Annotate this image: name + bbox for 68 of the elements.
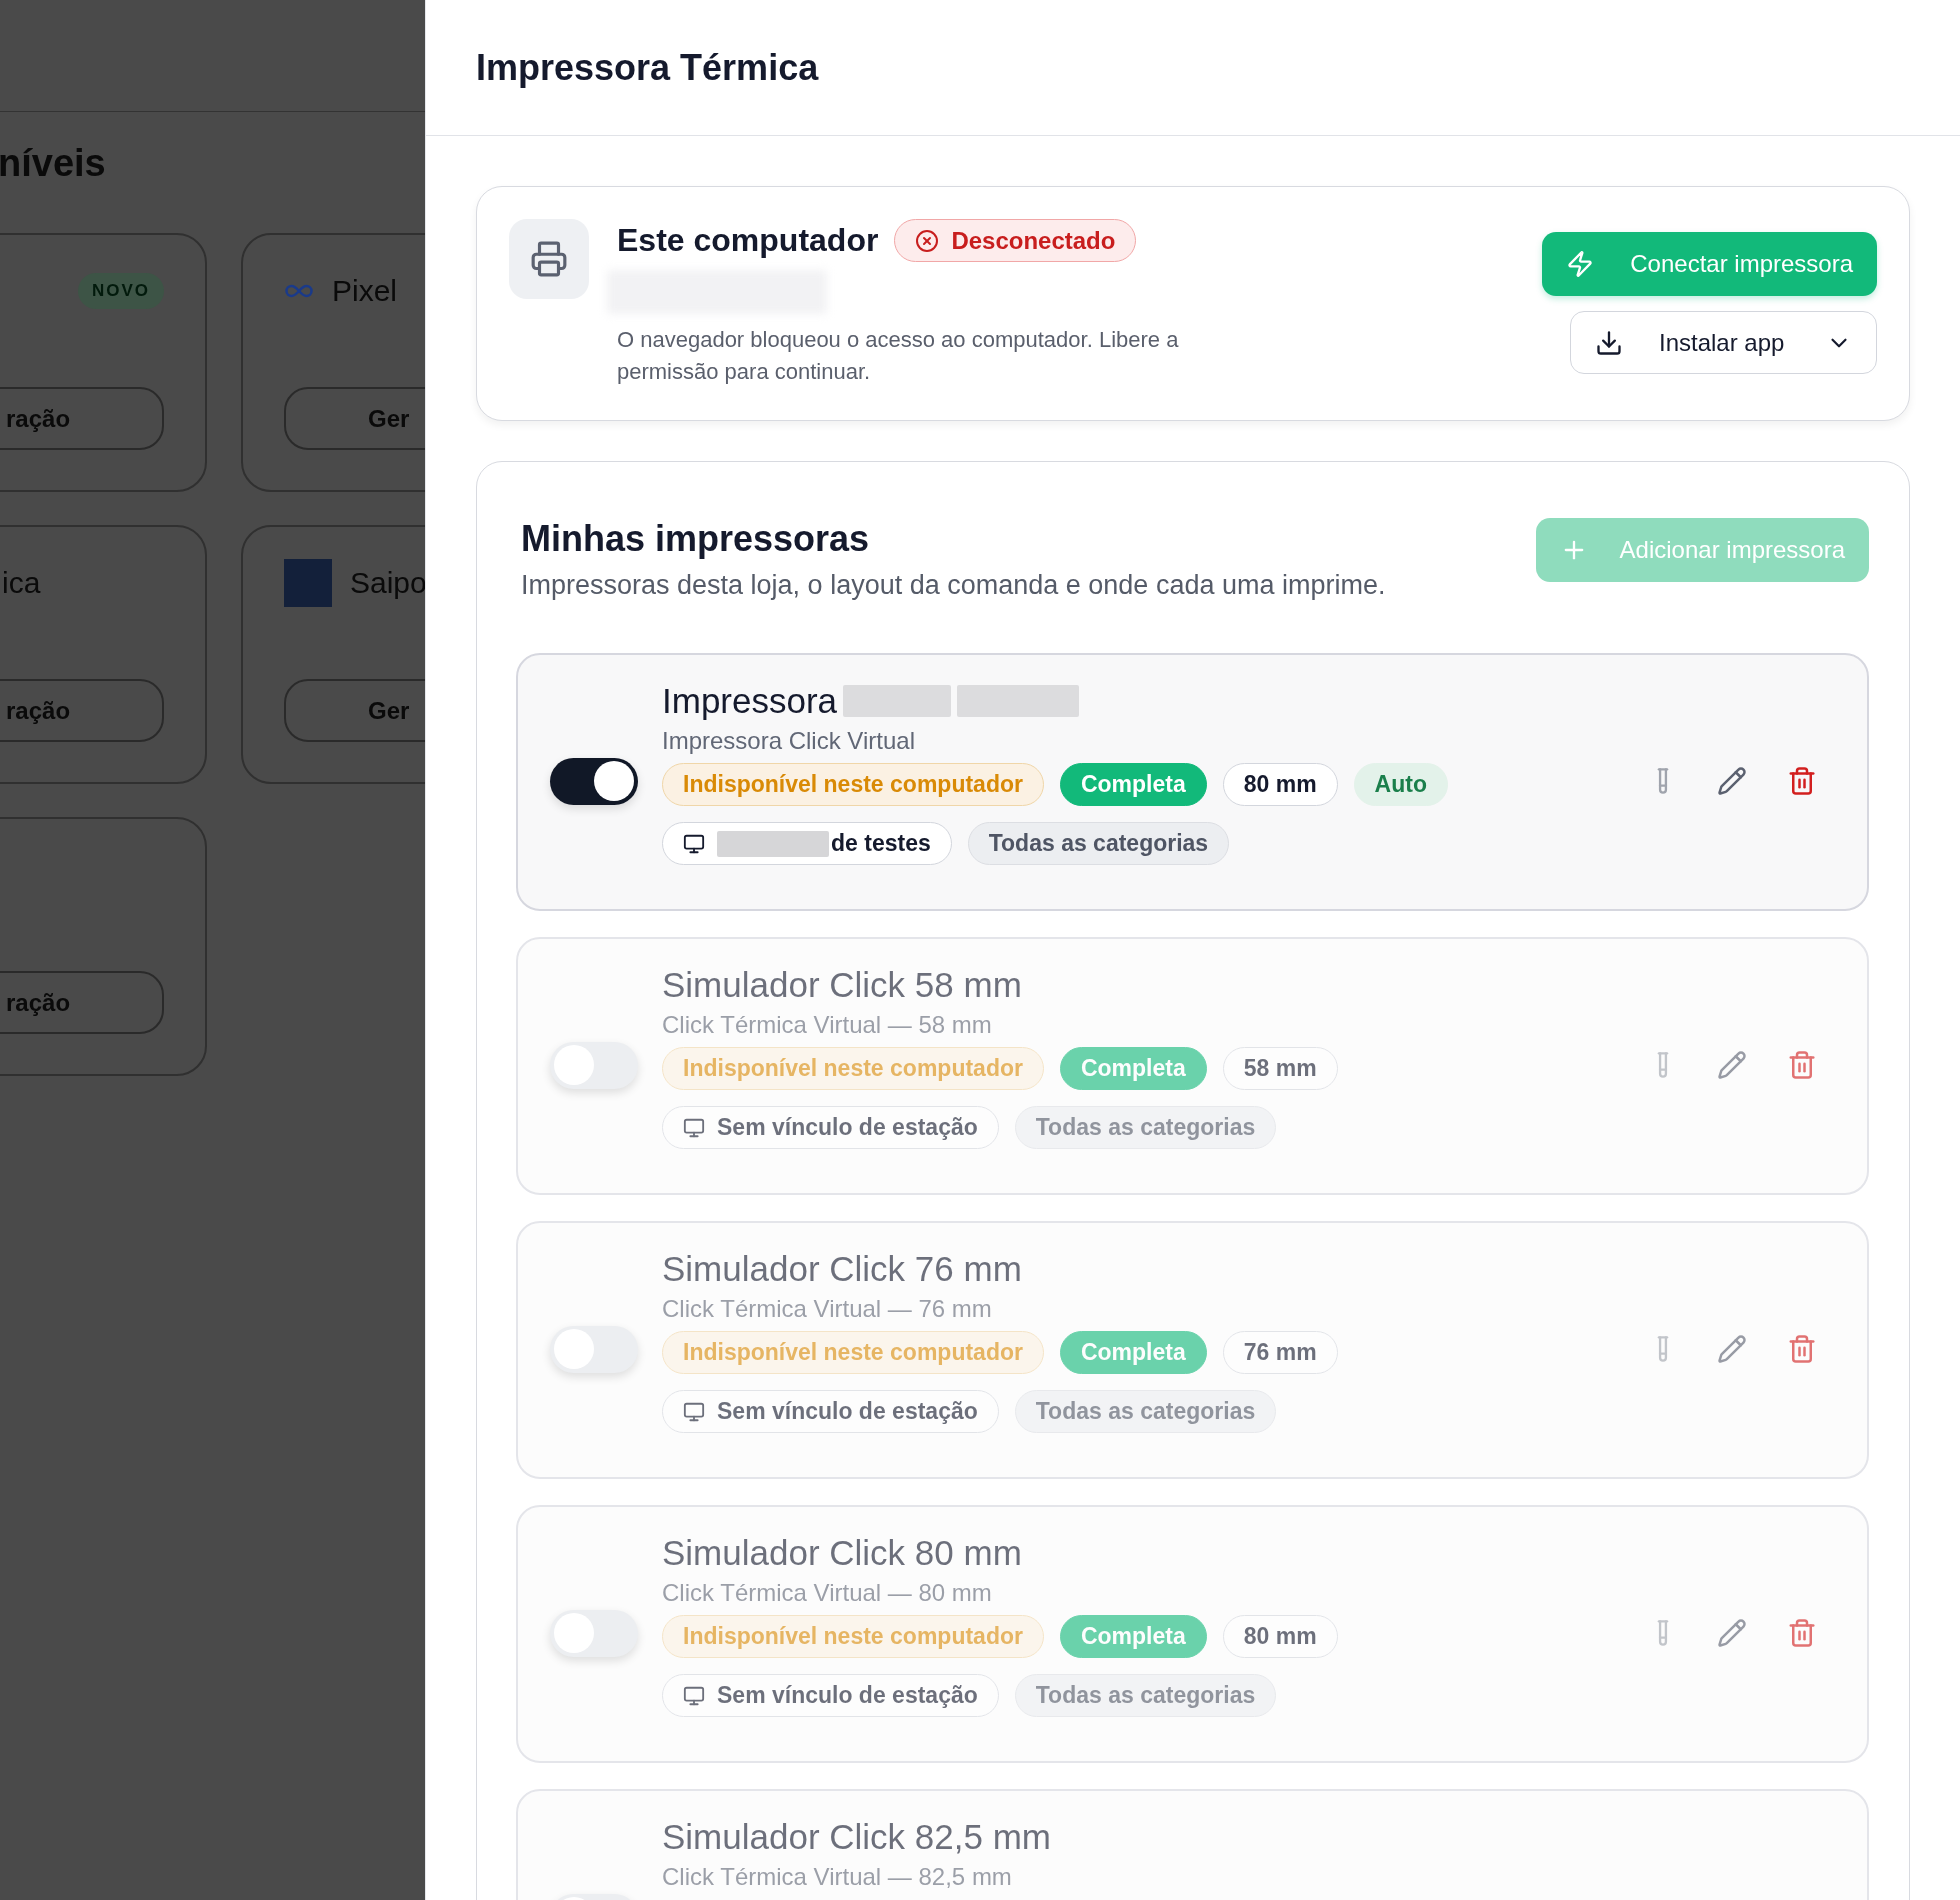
edit-icon[interactable] bbox=[1717, 766, 1747, 796]
printer-model: Click Térmica Virtual — 80 mm bbox=[662, 1579, 993, 1607]
size-chip: 80 mm bbox=[1222, 1615, 1338, 1658]
category-chip: Todas as categorias bbox=[1014, 1674, 1277, 1717]
status-badge: Desconectado bbox=[894, 219, 1137, 262]
toggle-switch[interactable] bbox=[550, 757, 638, 805]
download-icon bbox=[1595, 328, 1623, 357]
size-chip: 58 mm bbox=[1222, 1047, 1338, 1090]
monitor-icon bbox=[683, 1116, 705, 1139]
mode-chip: Completa bbox=[1059, 1331, 1207, 1374]
printer-model: Click Térmica Virtual — 76 mm bbox=[662, 1295, 993, 1323]
card-title: Pixel bbox=[332, 274, 398, 308]
connect-printer-button[interactable]: Conectar impressora bbox=[1542, 232, 1877, 296]
printer-model: Impressora Click Virtual bbox=[662, 727, 916, 755]
trash-icon[interactable] bbox=[1787, 766, 1817, 796]
category-chip: Todas as categorias bbox=[1014, 1390, 1277, 1433]
card-title: Saipo bbox=[350, 566, 425, 600]
edit-icon[interactable] bbox=[1717, 1050, 1747, 1080]
monitor-icon bbox=[683, 832, 705, 855]
lightning-icon bbox=[1566, 250, 1595, 278]
status-chip: Indisponível neste computador bbox=[662, 1615, 1044, 1658]
new-badge: NOVO bbox=[77, 273, 164, 309]
card-title: ica bbox=[2, 566, 41, 600]
mode-chip: Completa bbox=[1059, 1615, 1207, 1658]
mode-chip: Completa bbox=[1059, 763, 1207, 806]
card-button[interactable]: ração bbox=[0, 971, 164, 1034]
trash-icon[interactable] bbox=[1787, 1618, 1817, 1648]
trash-icon[interactable] bbox=[1787, 1050, 1817, 1080]
status-chip: Indisponível neste computador bbox=[662, 763, 1044, 806]
printer-name: Simulador Click 82,5 mm bbox=[662, 1817, 1051, 1857]
mode-chip: Completa bbox=[1059, 1047, 1207, 1090]
monitor-icon bbox=[683, 1400, 705, 1423]
monitor-icon bbox=[683, 1684, 705, 1707]
computer-title: Este computador bbox=[617, 222, 879, 259]
size-chip: 76 mm bbox=[1222, 1331, 1338, 1374]
section-subtitle: Impressoras desta loja, o layout da comanda e onde cada uma imprime. bbox=[521, 570, 1386, 601]
toggle-switch[interactable] bbox=[550, 1041, 638, 1089]
card-button[interactable]: ração bbox=[0, 387, 164, 450]
station-chip: Sem vínculo de estação bbox=[662, 1674, 999, 1717]
section-title: Minhas impressoras bbox=[521, 518, 871, 560]
status-chip: Indisponível neste computador bbox=[662, 1047, 1044, 1090]
printer-name: Impressora bbox=[662, 681, 838, 721]
printer-name: Simulador Click 80 mm bbox=[662, 1533, 1022, 1573]
card-button[interactable]: ração bbox=[0, 679, 164, 742]
printer-name: Simulador Click 58 mm bbox=[662, 965, 1022, 1005]
station-chip: de testes bbox=[662, 822, 952, 865]
auto-chip: Auto bbox=[1353, 763, 1448, 806]
app-logo bbox=[284, 559, 332, 607]
printer-name: Simulador Click 76 mm bbox=[662, 1249, 1022, 1289]
page-heading: níveis bbox=[0, 142, 107, 185]
category-chip: Todas as categorias bbox=[967, 822, 1230, 865]
status-chip: Indisponível neste computador bbox=[662, 1331, 1044, 1374]
printer-model: Click Térmica Virtual — 58 mm bbox=[662, 1011, 993, 1039]
printer-icon bbox=[509, 219, 589, 299]
toggle-switch[interactable] bbox=[550, 1609, 638, 1657]
toggle-switch[interactable] bbox=[550, 1325, 638, 1373]
station-chip: Sem vínculo de estação bbox=[662, 1106, 999, 1149]
station-chip: Sem vínculo de estação bbox=[662, 1390, 999, 1433]
install-app-button[interactable]: Instalar app bbox=[1570, 311, 1877, 374]
error-icon bbox=[915, 228, 940, 253]
drawer-title: Impressora Térmica bbox=[476, 46, 819, 89]
category-chip: Todas as categorias bbox=[1014, 1106, 1277, 1149]
printer-model: Click Térmica Virtual — 82,5 mm bbox=[662, 1863, 1013, 1891]
permission-message: O navegador bloqueou o acesso ao computador. Libere a permissão para continuar. bbox=[617, 326, 1180, 386]
size-chip: 80 mm bbox=[1222, 763, 1338, 806]
edit-icon[interactable] bbox=[1717, 1334, 1747, 1364]
edit-icon[interactable] bbox=[1717, 1618, 1747, 1648]
trash-icon[interactable] bbox=[1787, 1334, 1817, 1364]
